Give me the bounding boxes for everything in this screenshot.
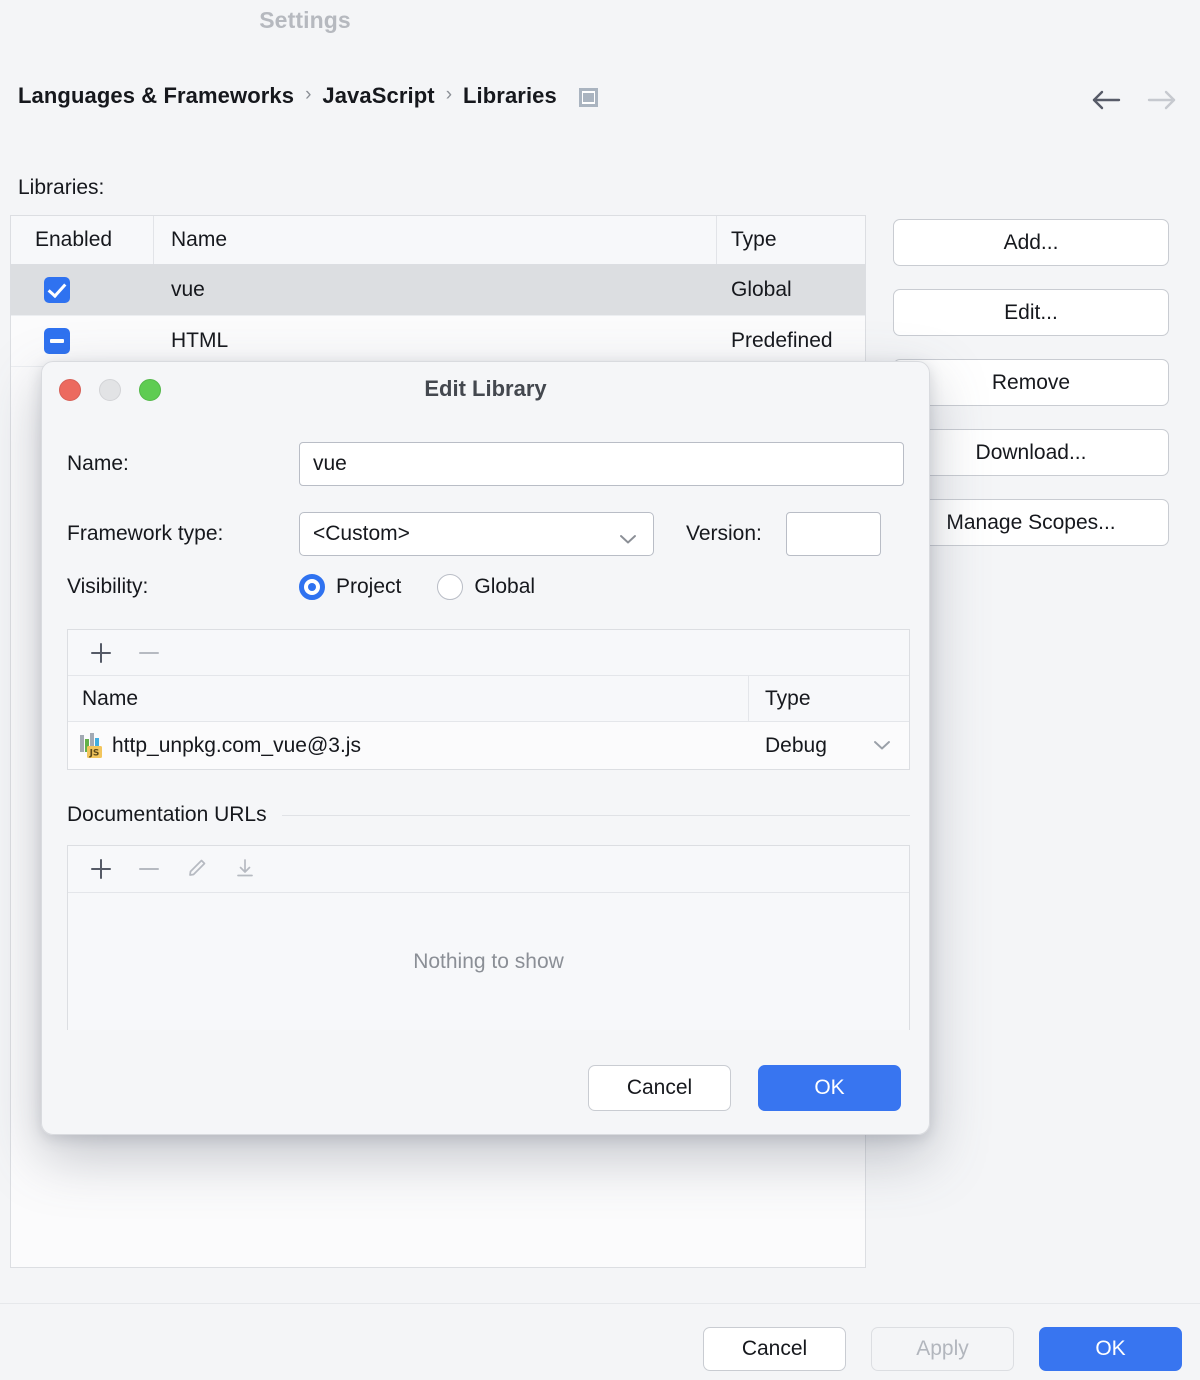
column-header-name[interactable]: Name xyxy=(154,216,717,264)
file-type-value: Debug xyxy=(765,734,827,758)
download-button[interactable]: Download... xyxy=(893,429,1169,476)
documentation-urls-title: Documentation URLs xyxy=(67,803,267,827)
framework-type-row: Framework type: <Custom> Version: xyxy=(67,512,881,556)
table-row[interactable]: JS http_unpkg.com_vue@3.js Debug xyxy=(68,722,909,769)
breadcrumb-item-libraries[interactable]: Libraries xyxy=(463,83,557,109)
visibility-label: Visibility: xyxy=(67,575,299,599)
table-row[interactable]: HTML Predefined xyxy=(11,316,865,367)
manage-scopes-button[interactable]: Manage Scopes... xyxy=(893,499,1169,546)
remove-icon xyxy=(130,636,168,670)
library-files-panel: Name Type JS http_unpkg.com_vue@3.js xyxy=(67,629,910,770)
row-name-cell: HTML xyxy=(154,329,717,353)
edit-library-dialog: Edit Library Name: Framework type: <Cust… xyxy=(41,361,930,1135)
remove-icon xyxy=(130,852,168,886)
row-name-cell: vue xyxy=(154,278,717,302)
remove-button[interactable]: Remove xyxy=(893,359,1169,406)
libraries-label: Libraries: xyxy=(18,176,104,200)
settings-ok-button[interactable]: OK xyxy=(1039,1327,1182,1371)
checkbox-enabled-html[interactable] xyxy=(44,328,70,354)
dialog-title: Edit Library xyxy=(42,376,929,402)
navigation-arrows xyxy=(1090,86,1178,114)
arrow-right-icon xyxy=(1144,86,1178,114)
name-row: Name: xyxy=(67,442,904,486)
radio-button-project[interactable] xyxy=(299,574,325,600)
add-icon[interactable] xyxy=(82,852,120,886)
breadcrumb-item-languages-frameworks[interactable]: Languages & Frameworks xyxy=(18,83,294,109)
file-type-cell[interactable]: Debug xyxy=(749,734,909,758)
column-header-enabled[interactable]: Enabled xyxy=(11,216,154,264)
libraries-table-header: Enabled Name Type xyxy=(11,216,865,265)
radio-visibility-global[interactable]: Global xyxy=(437,574,535,600)
breadcrumb-separator-icon: › xyxy=(446,84,452,106)
files-column-header-name[interactable]: Name xyxy=(68,676,749,721)
chevron-down-icon xyxy=(617,528,639,552)
add-button[interactable]: Add... xyxy=(893,219,1169,266)
visibility-row: Visibility: Project Global xyxy=(67,574,535,600)
checkbox-enabled-vue[interactable] xyxy=(44,277,70,303)
radio-visibility-project[interactable]: Project xyxy=(299,574,401,600)
chevron-down-icon[interactable] xyxy=(871,734,893,758)
dialog-titlebar: Edit Library xyxy=(42,362,929,416)
row-type-cell: Predefined xyxy=(717,329,865,353)
settings-cancel-button[interactable]: Cancel xyxy=(703,1327,846,1371)
settings-apply-button: Apply xyxy=(871,1327,1014,1371)
section-divider xyxy=(282,815,910,816)
download-icon xyxy=(226,852,264,886)
svg-text:JS: JS xyxy=(89,748,100,758)
name-input[interactable] xyxy=(299,442,904,486)
documentation-urls-panel: Nothing to show xyxy=(67,845,910,1030)
framework-type-value: <Custom> xyxy=(313,522,410,546)
breadcrumb-item-javascript[interactable]: JavaScript xyxy=(322,83,434,109)
dialog-cancel-button[interactable]: Cancel xyxy=(588,1065,731,1111)
window-title: Settings xyxy=(0,7,610,34)
column-header-type[interactable]: Type xyxy=(717,216,865,264)
arrow-left-icon[interactable] xyxy=(1090,86,1124,114)
radio-button-global[interactable] xyxy=(437,574,463,600)
radio-label-project: Project xyxy=(336,575,401,599)
row-type-cell: Global xyxy=(717,278,865,302)
settings-footer: Cancel Apply OK xyxy=(703,1327,1182,1371)
file-name-text: http_unpkg.com_vue@3.js xyxy=(112,734,361,758)
documentation-urls-empty-text: Nothing to show xyxy=(68,893,909,1030)
row-enabled-cell xyxy=(11,328,154,354)
documentation-urls-header: Documentation URLs xyxy=(67,803,910,827)
framework-type-label: Framework type: xyxy=(67,522,299,546)
dialog-footer: Cancel OK xyxy=(588,1065,901,1111)
library-files-header: Name Type xyxy=(68,676,909,722)
files-column-header-type[interactable]: Type xyxy=(749,676,909,721)
version-input[interactable] xyxy=(786,512,881,556)
file-name-cell: JS http_unpkg.com_vue@3.js xyxy=(68,733,749,759)
js-file-icon: JS xyxy=(79,733,103,759)
add-icon[interactable] xyxy=(82,636,120,670)
name-label: Name: xyxy=(67,452,299,476)
breadcrumb-separator-icon: › xyxy=(305,84,311,106)
table-row[interactable]: vue Global xyxy=(11,265,865,316)
library-files-toolbar xyxy=(68,630,909,676)
libraries-action-buttons: Add... Edit... Remove Download... Manage… xyxy=(893,219,1169,546)
radio-label-global: Global xyxy=(474,575,535,599)
edit-button[interactable]: Edit... xyxy=(893,289,1169,336)
framework-type-select[interactable]: <Custom> xyxy=(299,512,654,556)
pane-icon[interactable] xyxy=(579,88,598,107)
row-enabled-cell xyxy=(11,277,154,303)
version-label: Version: xyxy=(686,522,762,546)
documentation-urls-toolbar xyxy=(68,846,909,893)
dialog-ok-button[interactable]: OK xyxy=(758,1065,901,1111)
edit-icon xyxy=(178,852,216,886)
breadcrumb: Languages & Frameworks › JavaScript › Li… xyxy=(18,83,598,109)
footer-divider xyxy=(0,1303,1200,1304)
